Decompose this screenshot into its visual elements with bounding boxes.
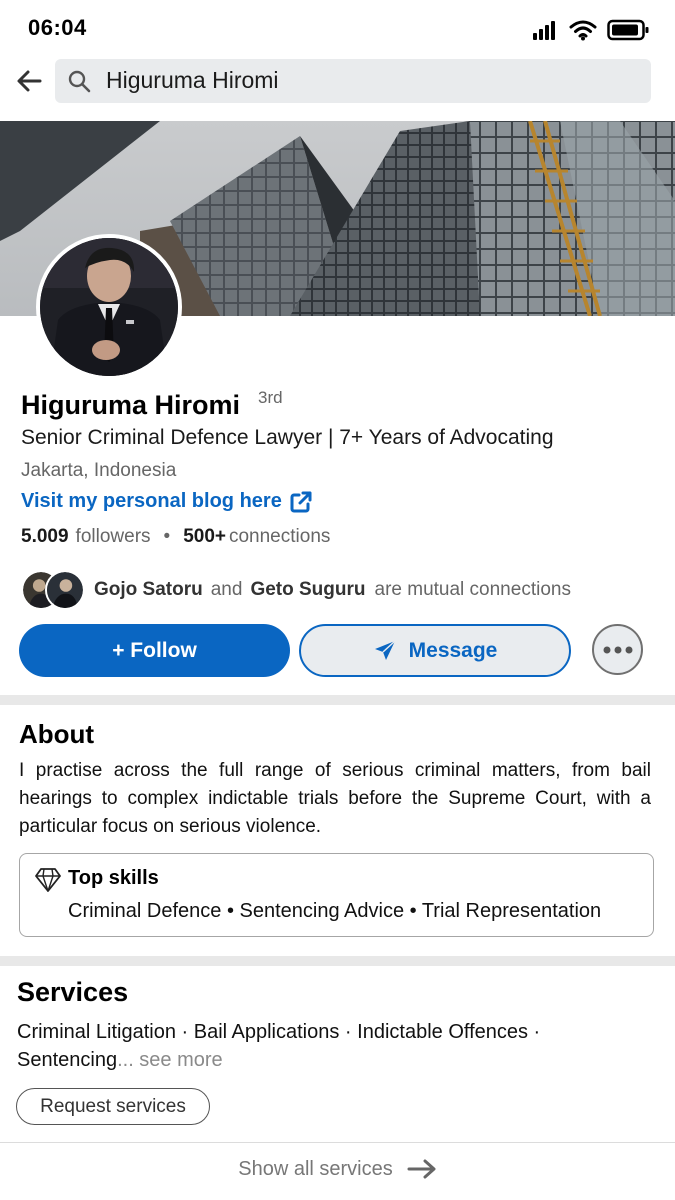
section-divider xyxy=(0,956,675,966)
thin-divider xyxy=(0,1142,675,1143)
send-icon xyxy=(374,639,396,660)
blog-link-label: Visit my personal blog here xyxy=(21,490,282,512)
top-skills-list: Criminal Defence • Sentencing Advice • T… xyxy=(68,900,602,922)
top-skills-title: Top skills xyxy=(68,867,159,889)
services-text: Criminal Litigation · Bail Applications … xyxy=(17,1018,657,1074)
followers-count: 5.009 xyxy=(21,526,69,547)
about-title: About xyxy=(19,719,95,749)
back-arrow-icon[interactable] xyxy=(14,66,44,96)
about-text: I practise across the full range of seri… xyxy=(19,760,651,837)
arrow-right-icon xyxy=(407,1159,436,1179)
follow-button-label: + Follow xyxy=(112,638,197,662)
mutual-avatars xyxy=(21,570,85,610)
status-icons xyxy=(533,16,649,44)
connections-label[interactable]: connections xyxy=(229,526,330,548)
separator-dot: • xyxy=(163,526,171,547)
profile-location: Jakarta, Indonesia xyxy=(21,460,177,481)
mutual-name-2: Geto Suguru xyxy=(250,579,366,600)
mutual-suffix: are mutual connections xyxy=(374,579,571,600)
profile-headline: Senior Criminal Defence Lawyer | 7+ Year… xyxy=(21,426,554,449)
search-header: Higuruma Hiromi xyxy=(0,52,675,112)
section-divider xyxy=(0,695,675,705)
mutual-name-1: Gojo Satoru xyxy=(94,579,203,600)
connection-degree: 3rd xyxy=(258,388,283,407)
search-input[interactable]: Higuruma Hiromi xyxy=(55,59,651,103)
status-bar: 06:04 xyxy=(0,0,675,52)
status-time: 06:04 xyxy=(28,15,87,40)
followers-label: followers xyxy=(75,526,151,547)
connections-count[interactable]: 500+ xyxy=(183,526,226,548)
show-all-services-link[interactable]: Show all services xyxy=(0,1154,675,1184)
more-dots-icon xyxy=(603,646,632,653)
message-button-label: Message xyxy=(408,638,498,662)
more-options-button[interactable] xyxy=(592,624,643,675)
blog-link[interactable]: Visit my personal blog here xyxy=(21,490,312,513)
request-services-button[interactable]: Request services xyxy=(16,1088,210,1125)
request-services-label: Request services xyxy=(40,1095,186,1117)
profile-stats: 5.009 followers • 500+ connections xyxy=(21,526,330,548)
avatar[interactable] xyxy=(36,234,182,380)
profile-name: Higuruma Hiromi xyxy=(21,390,241,420)
services-list: Criminal Litigation · Bail Applications … xyxy=(17,1021,541,1071)
signal-icon xyxy=(533,21,555,40)
mutual-connections[interactable]: Gojo Satoru and Geto Suguru are mutual c… xyxy=(21,570,571,610)
external-link-icon xyxy=(290,491,312,512)
diamond-icon xyxy=(35,868,61,892)
top-skills-card[interactable]: Top skills Criminal Defence • Sentencing… xyxy=(19,853,654,937)
follow-button[interactable]: + Follow xyxy=(19,624,290,677)
mutual-and: and xyxy=(210,579,243,600)
search-icon xyxy=(68,70,91,93)
battery-icon xyxy=(607,19,649,41)
search-query: Higuruma Hiromi xyxy=(106,67,279,93)
see-more-link[interactable]: ... see more xyxy=(117,1049,223,1071)
wifi-icon xyxy=(569,20,597,41)
show-all-services-label: Show all services xyxy=(238,1157,393,1180)
mutual-avatar-2 xyxy=(45,570,85,610)
message-button[interactable]: Message xyxy=(299,624,571,677)
services-title: Services xyxy=(17,977,129,1007)
